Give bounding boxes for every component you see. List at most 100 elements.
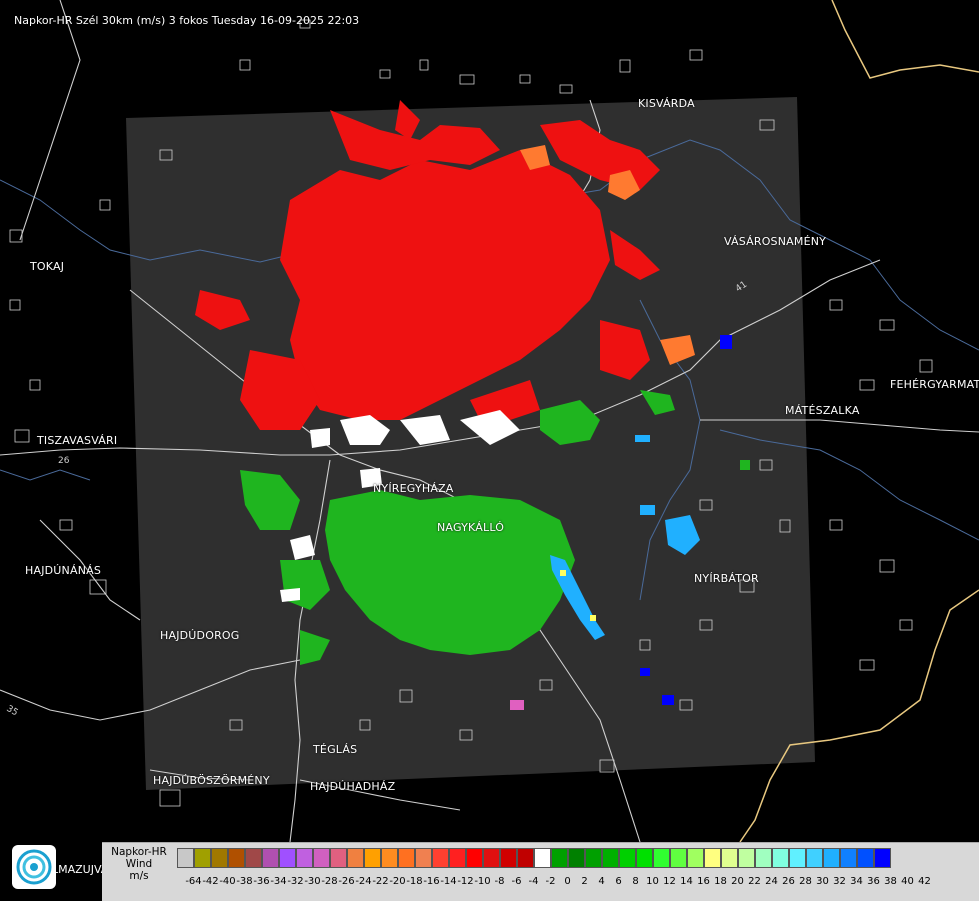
legend-swatch — [347, 848, 364, 868]
legend-tick-label: -18 — [406, 876, 423, 887]
legend-swatch — [551, 848, 568, 868]
legend-tick-label: 28 — [799, 876, 812, 887]
legend-swatch — [789, 848, 806, 868]
legend-swatch — [687, 848, 704, 868]
legend-swatch — [194, 848, 211, 868]
city-label-teglas: TÉGLÁS — [313, 743, 358, 756]
radar-echo-pink — [510, 700, 524, 710]
legend-swatch — [534, 848, 551, 868]
legend-title-line1: Napkor-HR — [111, 846, 167, 858]
legend-swatch — [381, 848, 398, 868]
legend-tick-label: -38 — [236, 876, 253, 887]
city-label-fehergyarmat: FEHÉRGYARMAT — [890, 378, 979, 391]
legend-tick-label — [177, 876, 185, 890]
legend-swatch — [245, 848, 262, 868]
legend-swatch — [568, 848, 585, 868]
city-label-tiszavasvari: TISZAVASVÁRI — [37, 434, 118, 447]
legend-swatch — [602, 848, 619, 868]
legend-swatch — [670, 848, 687, 868]
legend-swatch — [874, 848, 891, 868]
legend-tick-label: 32 — [833, 876, 846, 887]
radar-map: 41 26 35 — [0, 0, 979, 900]
legend-tick-label: 10 — [646, 876, 659, 887]
city-label-tokaj: TOKAJ — [30, 260, 65, 273]
legend-tick-label: 34 — [850, 876, 863, 887]
legend-swatch — [755, 848, 772, 868]
city-label-nyirbator: NYÍRBÁTOR — [694, 572, 759, 585]
legend-tick-label: 42 — [918, 876, 931, 887]
legend-swatch — [211, 848, 228, 868]
legend-swatch — [704, 848, 721, 868]
legend-tick-label: 2 — [581, 876, 588, 887]
legend-swatch — [228, 848, 245, 868]
map-title: Napkor-HR Szél 30km (m/s) 3 fokos Tuesda… — [14, 14, 360, 27]
legend-tick-label: 8 — [632, 876, 639, 887]
city-label-hajdunanas: HAJDÚNÁNÁS — [25, 564, 102, 577]
legend-swatch — [653, 848, 670, 868]
city-label-kisvarda: KISVÁRDA — [638, 97, 695, 110]
legend-tick-label: -8 — [494, 876, 505, 887]
legend-tick-label: 18 — [714, 876, 727, 887]
legend-swatch — [823, 848, 840, 868]
legend-swatch — [177, 848, 194, 868]
legend-swatch — [738, 848, 755, 868]
omsz-logo-icon — [12, 845, 56, 889]
legend-tick-label: -2 — [545, 876, 556, 887]
legend-tick-label: 22 — [748, 876, 761, 887]
legend-swatches — [177, 848, 891, 870]
legend-swatch — [313, 848, 330, 868]
legend-swatch — [262, 848, 279, 868]
legend-swatch — [619, 848, 636, 868]
legend-tick-label: 30 — [816, 876, 829, 887]
legend-tick-label: -12 — [457, 876, 474, 887]
legend-tick-label: -22 — [372, 876, 389, 887]
legend-tick-label: -14 — [440, 876, 457, 887]
legend-tick-label: -40 — [219, 876, 236, 887]
legend-tick-label: -32 — [287, 876, 304, 887]
city-label-hajduboszormeny: HAJDÚBÖSZÖRMÉNY — [153, 774, 270, 787]
city-label-vasarosnameny: VÁSÁROSNAMÉNY — [724, 235, 827, 248]
legend-tick-label: -64 — [185, 876, 202, 887]
legend-tick-label: -28 — [321, 876, 338, 887]
legend-swatch — [279, 848, 296, 868]
legend-swatch — [449, 848, 466, 868]
city-label-mateszalka: MÁTÉSZALKA — [785, 404, 860, 417]
legend-tick-label: 12 — [663, 876, 676, 887]
legend-tick-label: -30 — [304, 876, 321, 887]
legend-swatch — [415, 848, 432, 868]
legend-title: Napkor-HR Wind m/s — [104, 846, 174, 882]
legend-tick-label: 24 — [765, 876, 778, 887]
legend-swatch — [432, 848, 449, 868]
legend-swatch — [806, 848, 823, 868]
legend-tick-labels: -64 -42 -40 -38 -36 -34 -32 -30 -28 -26 -24 -22 -20-… — [177, 876, 933, 890]
legend-tick-label: 14 — [680, 876, 693, 887]
city-label-hajduhadhaz: HAJDÚHADHÁZ — [310, 780, 396, 793]
legend-swatch — [466, 848, 483, 868]
legend-tick-label: 16 — [697, 876, 710, 887]
legend-tick-label: -24 — [355, 876, 372, 887]
legend-title-line3: m/s — [129, 870, 149, 882]
legend-swatch — [585, 848, 602, 868]
road-number-label: 26 — [58, 456, 70, 466]
legend-tick-label: 6 — [615, 876, 622, 887]
city-label-nyiregyhaza: NYÍREGYHÁZA — [373, 482, 454, 495]
legend-tick-label: -16 — [423, 876, 440, 887]
legend-swatch — [517, 848, 534, 868]
legend-swatch — [398, 848, 415, 868]
legend-tick-label: 20 — [731, 876, 744, 887]
legend-tick-label: 40 — [901, 876, 914, 887]
legend-tick-label: 4 — [598, 876, 605, 887]
legend-tick-label: -10 — [474, 876, 491, 887]
legend-tick-label: -20 — [389, 876, 406, 887]
legend-tick-label: 26 — [782, 876, 795, 887]
legend-tick-label: -36 — [253, 876, 270, 887]
legend-title-line2: Wind — [125, 858, 153, 870]
legend-swatch — [721, 848, 738, 868]
city-label-hajdudorog: HAJDÚDOROG — [160, 629, 240, 642]
legend-tick-label: 38 — [884, 876, 897, 887]
city-label-nagykallo: NAGYKÁLLÓ — [437, 521, 505, 534]
legend-swatch — [483, 848, 500, 868]
legend-tick-label: 36 — [867, 876, 880, 887]
legend-tick-label: -4 — [528, 876, 539, 887]
legend-swatch — [500, 848, 517, 868]
